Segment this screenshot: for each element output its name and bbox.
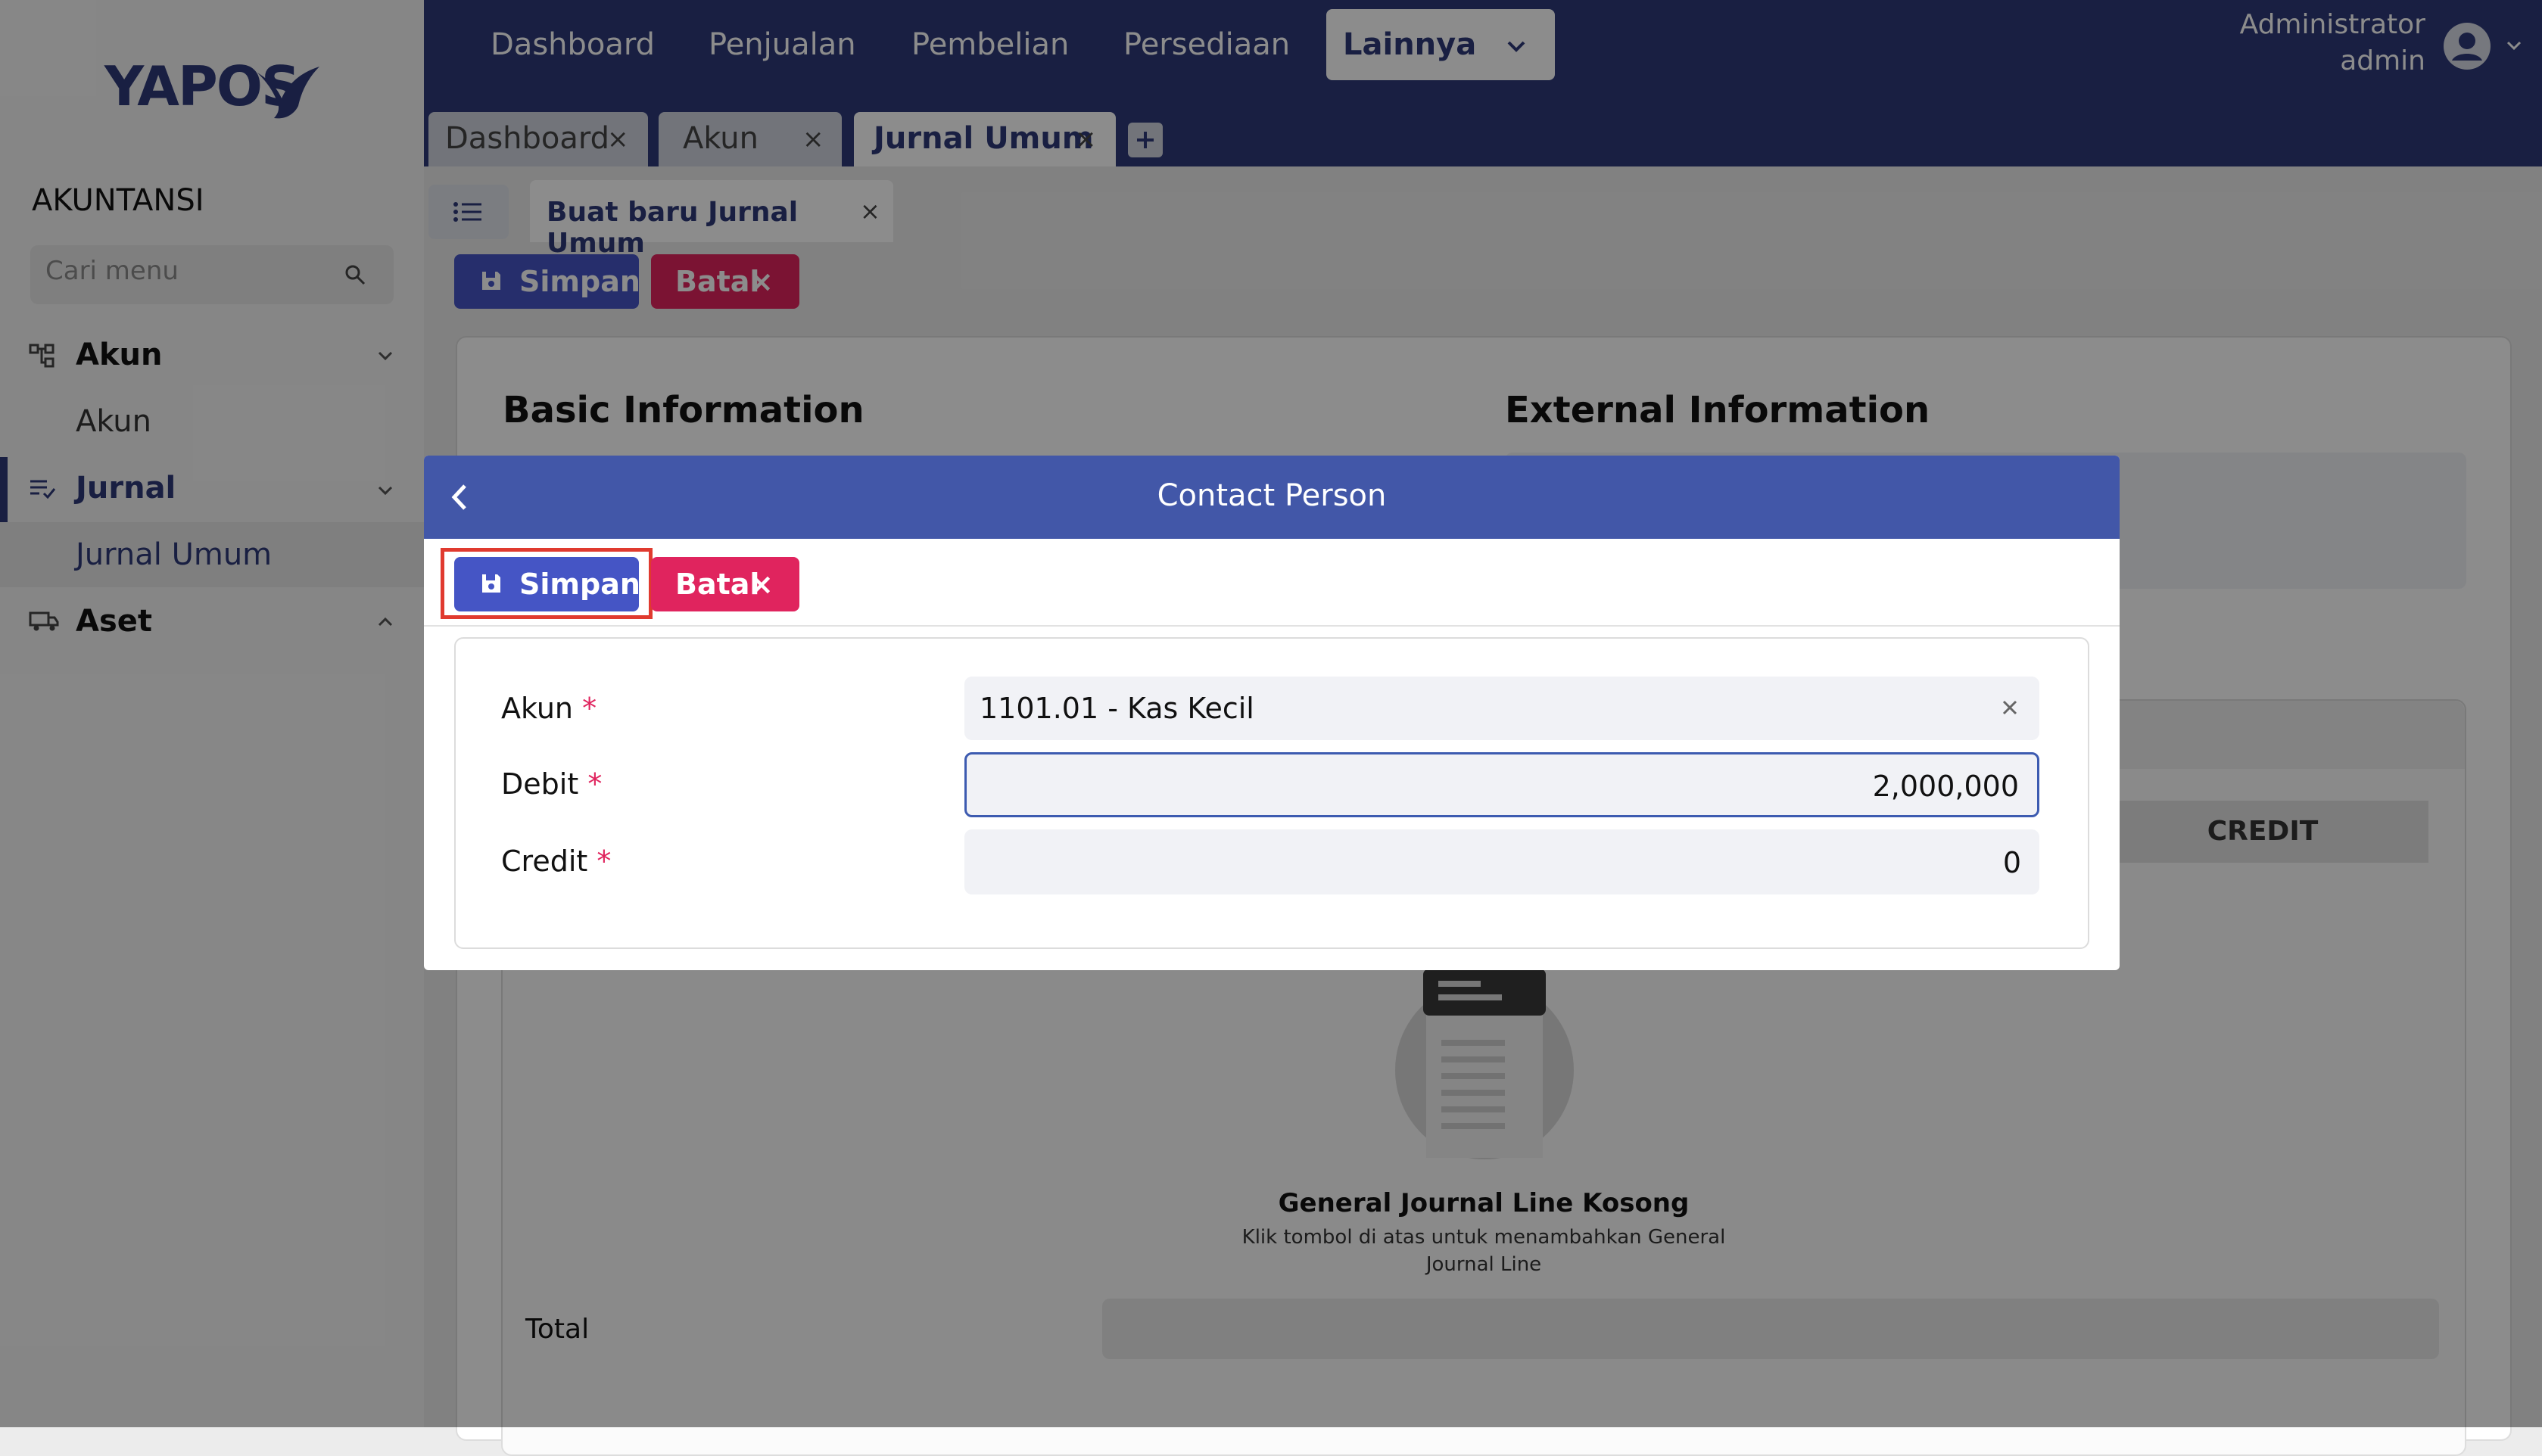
cancel-label: Batal bbox=[675, 568, 760, 601]
contact-person-modal: Contact Person Simpan Batal × Akun * 110… bbox=[424, 456, 2120, 970]
credit-input[interactable]: 0 bbox=[964, 829, 2039, 894]
modal-divider bbox=[424, 625, 2120, 627]
save-label: Simpan bbox=[519, 568, 640, 601]
save-icon bbox=[480, 572, 503, 595]
akun-label: Akun * bbox=[501, 692, 597, 725]
akun-value: 1101.01 - Kas Kecil bbox=[980, 692, 1254, 725]
modal-form: Akun * 1101.01 - Kas Kecil Debit * 2,000… bbox=[454, 637, 2089, 949]
akun-select[interactable]: 1101.01 - Kas Kecil bbox=[964, 677, 2039, 740]
clear-icon[interactable] bbox=[1998, 696, 2021, 719]
credit-value: 0 bbox=[2002, 846, 2021, 879]
debit-label: Debit * bbox=[501, 767, 603, 801]
debit-value: 2,000,000 bbox=[1872, 770, 2019, 803]
credit-label: Credit * bbox=[501, 845, 612, 878]
modal-cancel-button[interactable]: Batal × bbox=[651, 557, 799, 611]
modal-title: Contact Person bbox=[1157, 478, 1387, 513]
debit-input[interactable]: 2,000,000 bbox=[964, 752, 2039, 817]
close-icon: × bbox=[749, 568, 774, 601]
modal-save-button[interactable]: Simpan bbox=[454, 557, 640, 611]
